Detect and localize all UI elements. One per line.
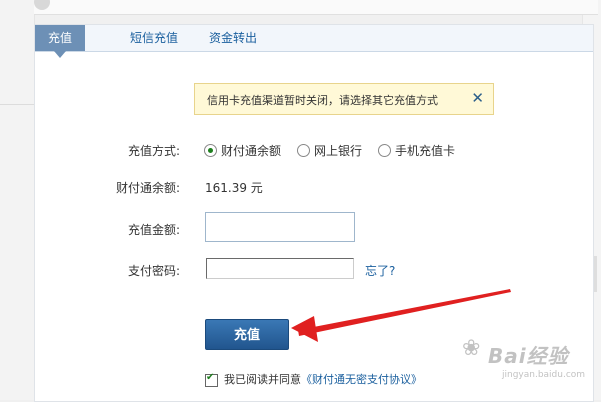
password-input[interactable] <box>206 258 354 279</box>
balance-value: 161.39 元 <box>205 181 263 195</box>
balance-label: 财付通余额: <box>116 181 181 195</box>
notice-banner: 信用卡充值渠道暂时关闭，请选择其它充值方式 ✕ <box>194 83 494 115</box>
notice-message: 信用卡充值渠道暂时关闭，请选择其它充值方式 <box>207 94 438 107</box>
method-label: 充值方式: <box>128 144 181 158</box>
tab-sms-recharge[interactable]: 短信充值 <box>130 25 178 51</box>
agreement-prefix: 我已阅读并同意 <box>224 373 301 386</box>
radio-tenpay-balance[interactable]: 财付通余额 <box>204 142 282 158</box>
tab-recharge[interactable]: 充值 <box>35 25 85 58</box>
radio-selected-icon[interactable] <box>204 144 217 157</box>
watermark-logo-text: Bai经验 <box>488 344 569 368</box>
radio-online-bank-label: 网上银行 <box>314 144 363 158</box>
radio-phone-card[interactable]: 手机充值卡 <box>378 142 456 158</box>
password-label: 支付密码: <box>128 264 181 278</box>
recharge-submit-button[interactable]: 充值 <box>205 319 289 350</box>
forgot-password-link[interactable]: 忘了? <box>365 262 395 279</box>
watermark-url: jingyan.baidu.com <box>502 370 586 380</box>
paw-logo-icon: ❀ <box>462 336 481 361</box>
radio-tenpay-balance-label: 财付通余额 <box>221 144 282 158</box>
tab-withdraw-label: 资金转出 <box>209 31 258 45</box>
radio-phone-card-label: 手机充值卡 <box>395 144 456 158</box>
tab-bar: 充值 短信充值 资金转出 <box>35 25 593 58</box>
radio-unselected-icon[interactable] <box>297 144 310 157</box>
top-panel-edge <box>34 0 598 15</box>
agreement-link[interactable]: 《财付通无密支付协议》 <box>301 373 422 386</box>
tab-withdraw[interactable]: 资金转出 <box>209 25 257 51</box>
tab-recharge-label: 充值 <box>47 31 72 45</box>
close-icon[interactable]: ✕ <box>471 89 484 107</box>
radio-online-bank[interactable]: 网上银行 <box>297 142 363 158</box>
agreement-row: 我已阅读并同意《财付通无密支付协议》 <box>205 371 422 387</box>
amount-input[interactable] <box>205 212 355 242</box>
active-tab-caret <box>54 51 66 58</box>
agreement-checkbox[interactable] <box>205 372 218 387</box>
amount-label: 充值金额: <box>128 223 181 237</box>
left-sidebar-edge <box>0 0 35 400</box>
avatar <box>34 0 50 10</box>
watermark: ❀ Bai经验 jingyan.baidu.com <box>462 334 592 390</box>
tab-sms-recharge-label: 短信充值 <box>130 31 179 45</box>
radio-unselected-icon[interactable] <box>378 144 391 157</box>
